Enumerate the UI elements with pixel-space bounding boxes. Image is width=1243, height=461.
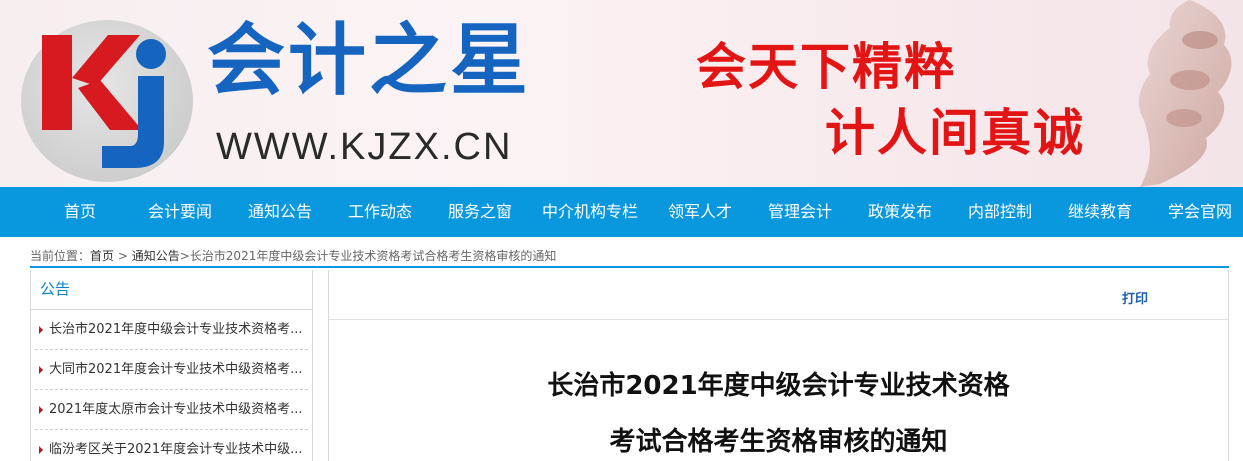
sidebar-item[interactable]: 大同市2021年度会计专业技术中级资格考... <box>35 350 308 390</box>
breadcrumb: 当前位置：首页 > 通知公告>长治市2021年度中级会计专业技术资格考试合格考生… <box>30 246 1229 268</box>
nav-item-internal-control[interactable]: 内部控制 <box>960 187 1040 237</box>
sidebar-title: 公告 <box>31 270 312 310</box>
sidebar-item[interactable]: 长治市2021年度中级会计专业技术资格考... <box>35 310 308 350</box>
sidebar-list: 长治市2021年度中级会计专业技术资格考... 大同市2021年度会计专业技术中… <box>31 310 312 461</box>
breadcrumb-section-link[interactable]: 通知公告 <box>132 249 180 263</box>
nav-item-service-window[interactable]: 服务之窗 <box>440 187 520 237</box>
sidebar-item[interactable]: 2021年度太原市会计专业技术中级资格考... <box>35 390 308 430</box>
nav-item-notices[interactable]: 通知公告 <box>240 187 320 237</box>
logo-text: Kj <box>40 30 42 31</box>
sidebar-item-label: 大同市2021年度会计专业技术中级资格考... <box>49 362 303 377</box>
brand-url: WWW.KJZX.CN <box>216 126 513 168</box>
sidebar-item[interactable]: 临汾考区关于2021年度会计专业技术中级... <box>35 430 308 461</box>
decorative-sculpture-icon <box>1138 0 1232 187</box>
triangle-bullet-icon <box>39 326 43 334</box>
kj-logo-icon[interactable]: Kj <box>40 30 180 170</box>
article-panel: 打印 长治市2021年度中级会计专业技术资格 考试合格考生资格审核的通知 <box>328 270 1229 461</box>
article-title-line-2: 考试合格考生资格审核的通知 <box>609 427 948 457</box>
slogan-line-1: 会天下精粹 <box>696 38 956 96</box>
triangle-bullet-icon <box>39 366 43 374</box>
notice-sidebar: 公告 长治市2021年度中级会计专业技术资格考... 大同市2021年度会计专业… <box>30 270 313 461</box>
nav-item-accounting-news[interactable]: 会计要闻 <box>140 187 220 237</box>
nav-item-policy-release[interactable]: 政策发布 <box>860 187 940 237</box>
breadcrumb-current: 长治市2021年度中级会计专业技术资格考试合格考生资格审核的通知 <box>189 249 557 263</box>
breadcrumb-home-link[interactable]: 首页 <box>90 249 114 263</box>
nav-item-continuing-education[interactable]: 继续教育 <box>1060 187 1140 237</box>
breadcrumb-prefix: 当前位置： <box>30 249 91 263</box>
article-title-line-1: 长治市2021年度中级会计专业技术资格 <box>547 371 1010 401</box>
sidebar-item-label: 临汾考区关于2021年度会计专业技术中级... <box>49 442 303 457</box>
breadcrumb-separator: > <box>179 249 190 263</box>
main-nav: 首页 会计要闻 通知公告 工作动态 服务之窗 中介机构专栏 领军人才 管理会计 … <box>0 187 1243 237</box>
article-title: 长治市2021年度中级会计专业技术资格 考试合格考生资格审核的通知 <box>329 358 1228 461</box>
nav-item-home[interactable]: 首页 <box>47 187 113 237</box>
print-button[interactable]: 打印 <box>1122 288 1148 307</box>
site-banner: Kj 会计之星 WWW.KJZX.CN 会天下精粹 计人间真诚 <box>0 0 1243 187</box>
slogan-line-2: 计人间真诚 <box>825 104 1085 162</box>
article-toolbar: 打印 <box>329 270 1228 320</box>
sidebar-item-label: 长治市2021年度中级会计专业技术资格考... <box>49 322 303 337</box>
sidebar-item-label: 2021年度太原市会计专业技术中级资格考... <box>49 402 303 417</box>
nav-item-society-site[interactable]: 学会官网 <box>1160 187 1240 237</box>
breadcrumb-separator: > <box>114 249 132 263</box>
nav-item-agency-column[interactable]: 中介机构专栏 <box>538 187 642 237</box>
triangle-bullet-icon <box>39 406 43 414</box>
nav-item-management-accounting[interactable]: 管理会计 <box>760 187 840 237</box>
nav-item-work-updates[interactable]: 工作动态 <box>340 187 420 237</box>
brand-name: 会计之星 <box>207 16 532 106</box>
triangle-bullet-icon <box>39 446 43 454</box>
nav-item-leading-talent[interactable]: 领军人才 <box>660 187 740 237</box>
